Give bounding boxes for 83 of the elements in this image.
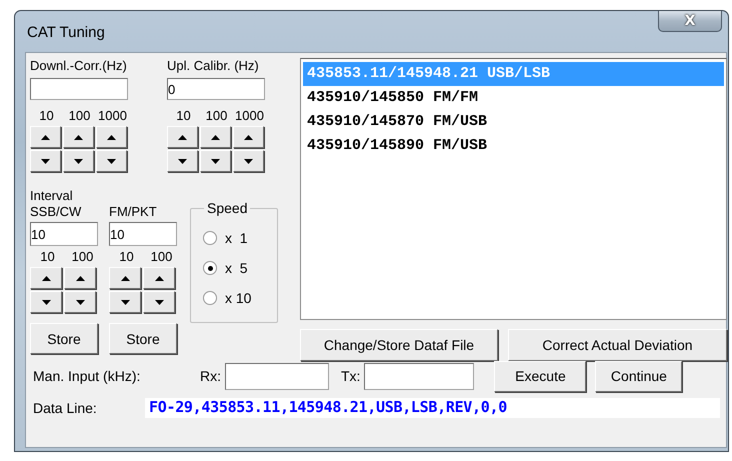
input-field[interactable] — [30, 78, 128, 100]
radio-button[interactable] — [203, 291, 217, 305]
radio-label: x 5 — [225, 260, 248, 276]
down-arrow-icon — [76, 300, 84, 304]
input-field[interactable] — [225, 362, 329, 390]
field-label: Upl. Calibr. (Hz) — [167, 58, 260, 74]
spin-up-button[interactable] — [109, 267, 141, 289]
action-button[interactable]: Correct Actual Deviation — [508, 329, 727, 361]
step-label: 100 — [204, 108, 228, 123]
input-field[interactable]: 10 — [109, 222, 177, 246]
field-label: Rx: — [200, 368, 221, 384]
input-field[interactable]: 10 — [30, 222, 98, 246]
up-arrow-icon — [74, 134, 83, 140]
down-arrow-icon — [107, 158, 116, 164]
spin-down-button[interactable] — [143, 291, 175, 313]
down-arrow-icon — [74, 158, 83, 164]
action-button[interactable]: Continue — [595, 360, 682, 392]
spin-up-button[interactable] — [233, 126, 264, 148]
spin-down-button[interactable] — [64, 291, 96, 313]
input-field[interactable] — [364, 362, 474, 390]
down-arrow-icon — [244, 158, 253, 164]
down-arrow-icon — [211, 158, 220, 164]
radio-button[interactable] — [203, 231, 217, 245]
spin-down-button[interactable] — [96, 150, 127, 172]
spin-up-button[interactable] — [64, 267, 96, 289]
list-item[interactable]: 435910/145850 FM/FM — [303, 86, 724, 110]
spin-down-button[interactable] — [30, 150, 61, 172]
store-button[interactable]: Store — [30, 323, 98, 354]
up-arrow-icon — [107, 134, 116, 140]
down-arrow-icon — [178, 158, 187, 164]
spin-up-button[interactable] — [30, 267, 62, 289]
spin-up-button[interactable] — [96, 126, 127, 148]
store-button[interactable]: Store — [109, 323, 177, 354]
step-label: 100 — [70, 249, 94, 264]
radio-label: x 10 — [225, 290, 252, 306]
up-arrow-icon — [41, 134, 50, 140]
spin-down-button[interactable] — [63, 150, 94, 172]
radio-label: x 1 — [225, 230, 248, 246]
action-button[interactable]: Execute — [494, 360, 586, 392]
up-arrow-icon — [178, 134, 187, 140]
step-label: 100 — [68, 108, 92, 123]
down-arrow-icon — [41, 158, 50, 164]
step-label: 1000 — [97, 108, 128, 123]
up-arrow-icon — [42, 276, 50, 280]
step-label: 10 — [118, 249, 135, 264]
down-arrow-icon — [42, 300, 50, 304]
spin-up-button[interactable] — [63, 126, 94, 148]
step-label: 10 — [39, 249, 56, 264]
input-field[interactable]: 0 — [167, 78, 265, 100]
spin-up-button[interactable] — [200, 126, 231, 148]
list-item[interactable]: 435910/145870 FM/USB — [303, 110, 724, 134]
up-arrow-icon — [154, 276, 164, 280]
action-button[interactable]: Change/Store Dataf File — [300, 329, 498, 361]
step-label: 10 — [175, 108, 192, 123]
group-label: Speed — [204, 200, 250, 216]
spin-down-button[interactable] — [109, 291, 141, 313]
radio-button[interactable] — [203, 261, 217, 275]
field-label: Tx: — [341, 368, 360, 384]
list-item[interactable]: 435910/145890 FM/USB — [303, 134, 724, 158]
manual-input-label: Man. Input (kHz): — [32, 368, 142, 384]
up-arrow-icon — [211, 134, 220, 140]
spin-down-button[interactable] — [167, 150, 198, 172]
window-title: CAT Tuning — [27, 24, 105, 41]
spin-up-button[interactable] — [143, 267, 175, 289]
field-label: Downl.-Corr.(Hz) — [30, 58, 128, 74]
spin-down-button[interactable] — [30, 291, 62, 313]
step-label: 1000 — [234, 108, 265, 123]
section-label: Interval — [30, 188, 74, 204]
up-arrow-icon — [244, 134, 253, 140]
spin-up-button[interactable] — [30, 126, 61, 148]
spin-down-button[interactable] — [233, 150, 264, 172]
spin-down-button[interactable] — [200, 150, 231, 172]
step-label: 10 — [38, 108, 55, 123]
up-arrow-icon — [120, 276, 130, 280]
data-line-value: FO-29,435853.11,145948.21,USB,LSB,REV,0,0 — [145, 398, 720, 418]
spin-up-button[interactable] — [167, 126, 198, 148]
data-line-label: Data Line: — [32, 400, 98, 416]
up-arrow-icon — [76, 276, 84, 280]
step-label: 100 — [150, 249, 174, 264]
down-arrow-icon — [154, 300, 164, 304]
field-label: SSB/CW — [30, 204, 82, 220]
field-label: FM/PKT — [109, 204, 158, 220]
down-arrow-icon — [120, 300, 130, 304]
